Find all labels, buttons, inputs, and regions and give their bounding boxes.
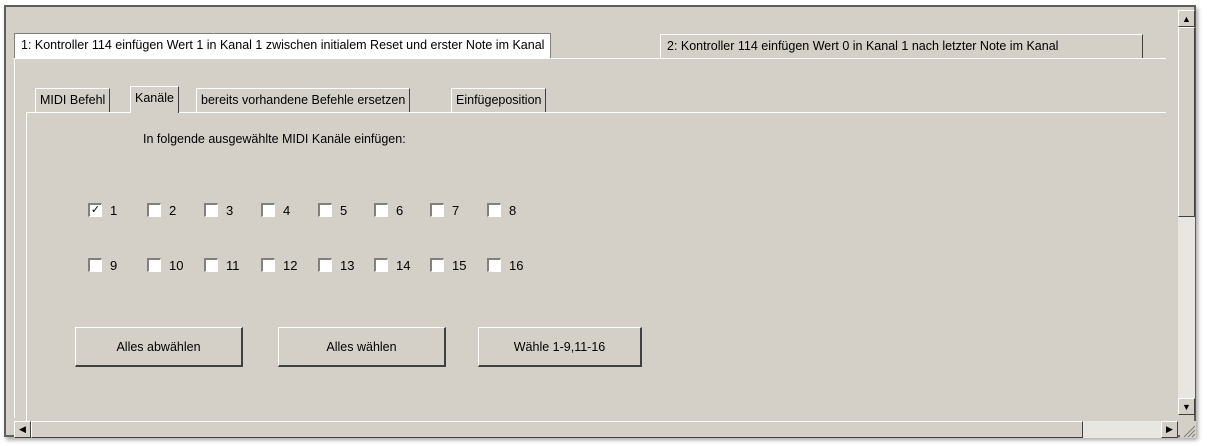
- checkbox-box[interactable]: ✓: [88, 203, 102, 217]
- checkbox-box[interactable]: [430, 258, 444, 272]
- channels-heading: In folgende ausgewählte MIDI Kanäle einf…: [143, 132, 406, 146]
- checkbox-box[interactable]: [147, 203, 161, 217]
- channel-checkbox-14[interactable]: 14: [374, 257, 410, 273]
- tab-controller-insert-2[interactable]: 2: Kontroller 114 einfügen Wert 0 in Kan…: [660, 34, 1143, 58]
- channel-checkbox-5[interactable]: 5: [318, 202, 347, 218]
- channel-checkbox-8[interactable]: 8: [487, 202, 516, 218]
- select-preset-button[interactable]: Wähle 1-9,11-16: [478, 327, 642, 367]
- checkbox-label: 15: [452, 257, 467, 273]
- tab-label: 2: Kontroller 114 einfügen Wert 0 in Kan…: [667, 39, 1059, 53]
- channel-checkbox-15[interactable]: 15: [430, 257, 466, 273]
- checkbox-label: 1: [110, 202, 118, 218]
- deselect-all-button[interactable]: Alles abwählen: [75, 327, 243, 367]
- tab-midi-befehl[interactable]: MIDI Befehl: [35, 88, 111, 112]
- channel-checkbox-12[interactable]: 12: [261, 257, 297, 273]
- channel-checkbox-9[interactable]: 9: [88, 257, 117, 273]
- checkbox-label: 6: [396, 202, 404, 218]
- channel-checkbox-16[interactable]: 16: [487, 257, 523, 273]
- horizontal-scroll-thumb[interactable]: [31, 421, 1083, 438]
- checkbox-box[interactable]: [88, 258, 102, 272]
- checkbox-box[interactable]: [204, 258, 218, 272]
- scroll-down-arrow-icon[interactable]: ▼: [1178, 398, 1195, 415]
- checkbox-box[interactable]: [374, 203, 388, 217]
- scroll-left-arrow-icon[interactable]: ◀: [14, 421, 31, 438]
- checkbox-label: 9: [110, 257, 118, 273]
- checkbox-label: 2: [169, 202, 177, 218]
- tab-kanaele[interactable]: Kanäle: [130, 86, 179, 113]
- checkbox-label: 12: [283, 257, 298, 273]
- checkbox-box[interactable]: [318, 258, 332, 272]
- checkbox-label: 10: [169, 257, 184, 273]
- checkbox-box[interactable]: [261, 258, 275, 272]
- checkbox-box[interactable]: [487, 203, 501, 217]
- channel-checkbox-4[interactable]: 4: [261, 202, 290, 218]
- checkbox-box[interactable]: [261, 203, 275, 217]
- tab-einfuegeposition[interactable]: Einfügeposition: [451, 88, 547, 112]
- checkbox-label: 5: [340, 202, 348, 218]
- channel-checkbox-1[interactable]: ✓ 1: [88, 202, 117, 218]
- tab-label: MIDI Befehl: [40, 93, 106, 107]
- checkbox-box[interactable]: [374, 258, 388, 272]
- checkbox-box[interactable]: [430, 203, 444, 217]
- checkbox-label: 7: [452, 202, 460, 218]
- channel-checkbox-11[interactable]: 11: [204, 257, 240, 273]
- select-all-button[interactable]: Alles wählen: [278, 327, 446, 367]
- tab-label: 1: Kontroller 114 einfügen Wert 1 in Kan…: [21, 38, 545, 52]
- checkbox-box[interactable]: [204, 203, 218, 217]
- channel-checkbox-13[interactable]: 13: [318, 257, 354, 273]
- channel-checkbox-6[interactable]: 6: [374, 202, 403, 218]
- channel-checkbox-7[interactable]: 7: [430, 202, 459, 218]
- channel-checkbox-2[interactable]: 2: [147, 202, 176, 218]
- checkbox-box[interactable]: [147, 258, 161, 272]
- scroll-right-arrow-icon[interactable]: ▶: [1161, 421, 1178, 438]
- channel-checkbox-10[interactable]: 10: [147, 257, 183, 273]
- checkbox-label: 3: [226, 202, 234, 218]
- vertical-scroll-thumb[interactable]: [1178, 27, 1195, 217]
- channel-checkbox-3[interactable]: 3: [204, 202, 233, 218]
- checkbox-box[interactable]: [318, 203, 332, 217]
- tab-label: Einfügeposition: [456, 93, 542, 107]
- checkbox-label: 8: [509, 202, 517, 218]
- checkbox-label: 13: [340, 257, 355, 273]
- checkbox-label: 14: [396, 257, 411, 273]
- tab-label: Kanäle: [135, 91, 174, 105]
- scroll-up-arrow-icon[interactable]: ▲: [1178, 10, 1195, 27]
- checkbox-label: 16: [509, 257, 524, 273]
- tab-controller-insert-1[interactable]: 1: Kontroller 114 einfügen Wert 1 in Kan…: [14, 33, 552, 59]
- checkbox-box[interactable]: [487, 258, 501, 272]
- inner-tab-panel: [26, 112, 1166, 422]
- tab-befehle-ersetzen[interactable]: bereits vorhandene Befehle ersetzen: [196, 88, 411, 112]
- horizontal-scrollbar[interactable]: ◀ ▶: [14, 421, 1178, 438]
- checkbox-label: 4: [283, 202, 291, 218]
- resize-grip-icon[interactable]: [1180, 421, 1196, 438]
- vertical-scrollbar[interactable]: ▲ ▼: [1178, 10, 1195, 415]
- tab-label: bereits vorhandene Befehle ersetzen: [201, 93, 406, 107]
- checkbox-label: 11: [226, 257, 240, 273]
